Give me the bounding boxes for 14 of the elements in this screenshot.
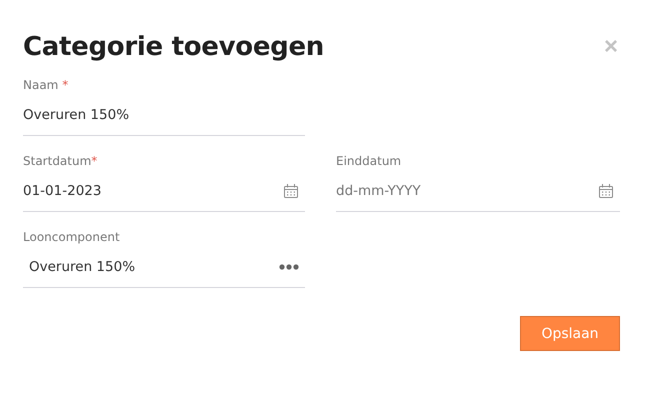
- field-label: Einddatum: [336, 154, 402, 168]
- field-label: Naam: [23, 78, 60, 92]
- more-icon[interactable]: [279, 264, 299, 270]
- calendar-icon[interactable]: [283, 182, 299, 198]
- lookup-field[interactable]: Overuren 150%: [23, 246, 305, 288]
- dialog-title: Categorie toevoegen: [23, 32, 324, 62]
- date-field[interactable]: dd-mm-YYYY: [336, 170, 620, 212]
- input-field[interactable]: Overuren 150%: [23, 94, 305, 136]
- required-mark: *: [91, 154, 98, 168]
- date-field[interactable]: 01-01-2023: [23, 170, 305, 212]
- field-label: Looncomponent: [23, 230, 120, 244]
- field-label: Startdatum: [23, 154, 92, 168]
- calendar-icon[interactable]: [598, 182, 614, 198]
- required-mark: *: [62, 78, 68, 92]
